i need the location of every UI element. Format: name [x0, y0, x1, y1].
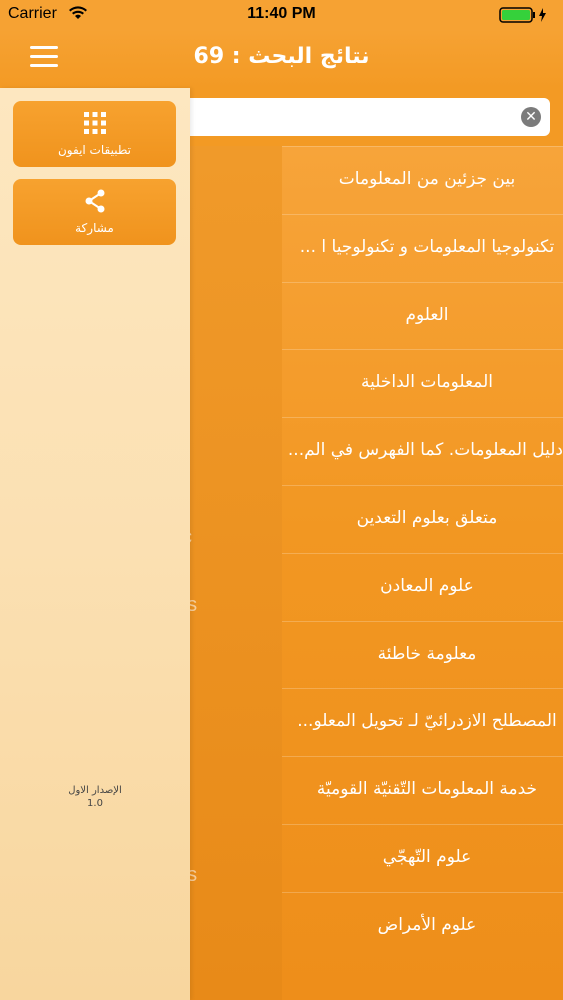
list-item-label: المصطلح الازدرائيّ لـ تحويل المعلو...: [297, 711, 557, 732]
iphone-apps-label: تطبيقات ايفون: [57, 143, 132, 157]
search-input[interactable]: ✕: [150, 98, 550, 136]
share-button[interactable]: مشاركة: [13, 179, 176, 245]
list-item[interactable]: دليل المعلومات. كما الفهرس في الم...: [282, 417, 563, 485]
list-item[interactable]: علوم المعادن: [282, 552, 563, 621]
list-item[interactable]: علوم التّهجّي: [282, 824, 563, 892]
list-item-label: المعلومات الداخلية: [361, 372, 493, 393]
list-item[interactable]: معلومة خاطئة: [282, 620, 563, 689]
list-item-label: دليل المعلومات. كما الفهرس في الم...: [287, 440, 563, 461]
status-bar: Carrier 11:40 PM: [0, 0, 563, 30]
list-item[interactable]: المعلومات الداخلية: [282, 349, 563, 417]
list-item[interactable]: متعلق بعلوم التعدين: [282, 485, 563, 553]
iphone-apps-button[interactable]: تطبيقات ايفون: [13, 101, 176, 167]
list-item[interactable]: بين جزئين من المعلومات: [282, 146, 563, 214]
clock: 11:40 PM: [247, 5, 316, 22]
grid-icon: [84, 112, 106, 134]
share-icon: [85, 189, 105, 213]
list-item-label: علوم المعادن: [380, 575, 474, 596]
list-item[interactable]: المصطلح الازدرائيّ لـ تحويل المعلو...: [282, 688, 563, 756]
clear-icon[interactable]: ✕: [521, 107, 541, 127]
list-item-label: علوم التّهجّي: [382, 847, 472, 867]
list-item-label: العلوم: [405, 304, 449, 325]
list-item-label: بين جزئين من المعلومات: [338, 169, 516, 189]
page-title: نتائج البحث : 69: [193, 44, 370, 69]
list-item-label: تكنولوجيا المعلومات و تكنولوجيا ا ...: [299, 236, 555, 257]
list-item-label: معلومة خاطئة: [377, 643, 477, 664]
list-item-label: علوم الأمراض: [377, 914, 477, 935]
list-item-label: متعلق بعلوم التعدين: [356, 508, 498, 528]
version-number: 1.0: [87, 798, 103, 809]
side-drawer: تطبيقات ايفون مشاركة الإصدار الاول 1.0: [0, 88, 190, 1000]
version-label: الإصدار الاول: [68, 785, 122, 796]
list-item-label: خدمة المعلومات التّقنيّة القوميّة: [316, 779, 538, 800]
battery-icon: [499, 7, 546, 23]
list-item[interactable]: تكنولوجيا المعلومات و تكنولوجيا ا ...: [282, 213, 563, 282]
nav-bar: نتائج البحث : 69: [0, 30, 563, 88]
list-item[interactable]: خدمة المعلومات التّقنيّة القوميّة: [282, 756, 563, 824]
share-label: مشاركة: [75, 221, 114, 235]
list-item[interactable]: علوم الأمراض: [282, 891, 563, 960]
list-item[interactable]: العلوم: [282, 281, 563, 350]
